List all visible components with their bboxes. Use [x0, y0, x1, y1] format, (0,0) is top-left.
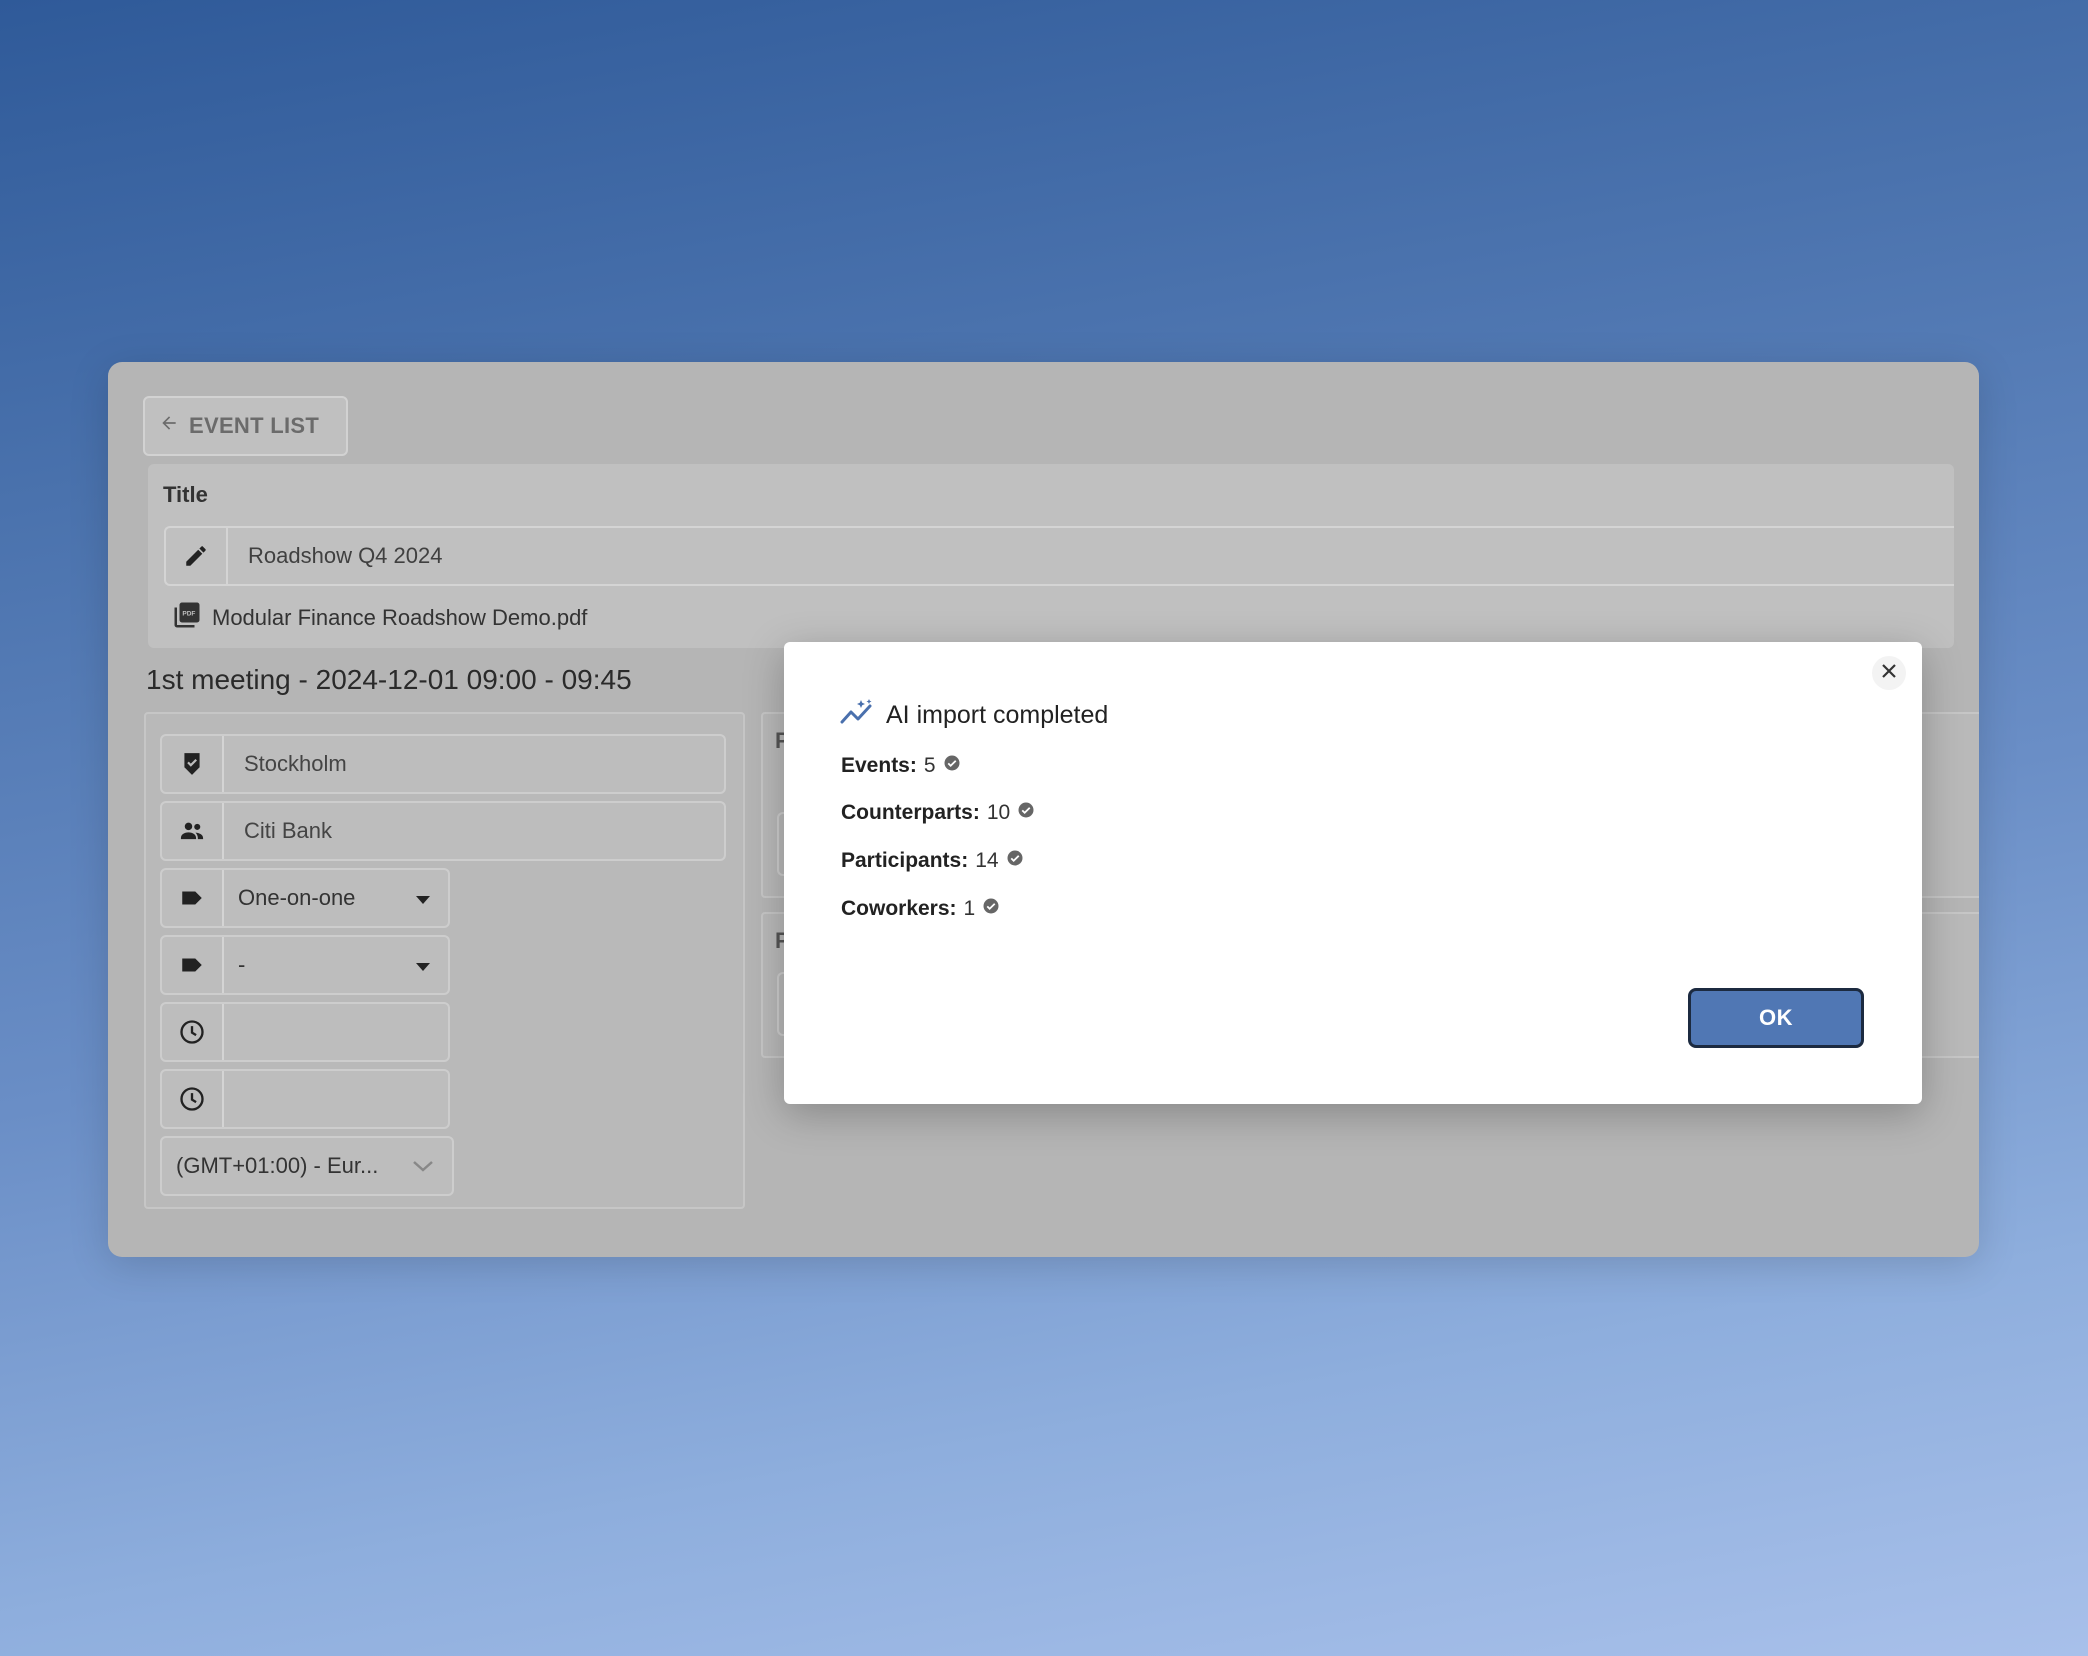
end-time-field[interactable]: [160, 1069, 450, 1129]
meeting-details-panel: Stockholm Citi Bank One-on-one - (GMT+01…: [144, 712, 745, 1209]
stat-counterparts: Counterparts: 10: [841, 801, 1035, 825]
counterpart-field[interactable]: Citi Bank: [160, 801, 726, 861]
stat-label: Counterparts:: [841, 801, 980, 824]
svg-text:PDF: PDF: [182, 610, 195, 617]
clock-icon: [162, 1071, 224, 1127]
timezone-select[interactable]: (GMT+01:00) - Eur...: [160, 1136, 454, 1196]
attachment-filename: Modular Finance Roadshow Demo.pdf: [212, 605, 588, 630]
title-card: Title Roadshow Q4 2024 PDF Modular Finan…: [148, 464, 1954, 648]
arrow-left-icon: [159, 413, 179, 439]
check-circle-icon: [943, 754, 961, 778]
tag-select[interactable]: -: [160, 935, 450, 995]
stat-coworkers: Coworkers: 1: [841, 897, 1000, 921]
stat-value: 5: [923, 754, 936, 777]
close-button[interactable]: [1872, 656, 1906, 690]
meeting-type-value: One-on-one: [238, 885, 356, 910]
pencil-icon: [166, 528, 228, 584]
start-time-input[interactable]: [224, 1004, 448, 1060]
people-icon: [162, 803, 224, 859]
check-circle-icon: [982, 897, 1000, 921]
ai-import-dialog: AI import completed Events: 5 Counterpar…: [784, 642, 1922, 1104]
label-icon: [162, 937, 224, 993]
check-circle-icon: [1017, 801, 1035, 825]
timezone-value: (GMT+01:00) - Eur...: [176, 1153, 379, 1178]
stat-events: Events: 5: [841, 754, 961, 778]
event-list-back-button[interactable]: EVENT LIST: [143, 396, 348, 456]
pdf-icon: PDF: [172, 600, 202, 636]
meeting-type-select[interactable]: One-on-one: [160, 868, 450, 928]
tag-value: -: [238, 952, 246, 977]
caret-down-icon: [416, 952, 430, 978]
title-field[interactable]: Roadshow Q4 2024: [164, 526, 1954, 586]
sparkle-chart-icon: [840, 698, 874, 733]
stat-value: 1: [963, 897, 976, 920]
location-input[interactable]: Stockholm: [224, 736, 724, 792]
meeting-heading: 1st meeting - 2024-12-01 09:00 - 09:45: [146, 664, 632, 695]
dialog-title: AI import completed: [840, 698, 1108, 733]
shield-check-icon: [162, 736, 224, 792]
title-label: Title: [163, 482, 208, 507]
stat-value: 10: [986, 801, 1011, 824]
check-circle-icon: [1006, 849, 1024, 873]
event-list-label: EVENT LIST: [189, 413, 320, 438]
location-field[interactable]: Stockholm: [160, 734, 726, 794]
chevron-down-icon: [412, 1153, 434, 1179]
end-time-input[interactable]: [224, 1071, 448, 1127]
stat-label: Participants:: [841, 849, 969, 872]
stat-participants: Participants: 14: [841, 849, 1024, 873]
caret-down-icon: [416, 885, 430, 911]
start-time-field[interactable]: [160, 1002, 450, 1062]
dialog-title-text: AI import completed: [886, 701, 1109, 729]
label-icon: [162, 870, 224, 926]
stat-label: Coworkers:: [841, 897, 957, 920]
close-icon: [1880, 662, 1898, 685]
stat-value: 14: [975, 849, 999, 872]
attachment-link[interactable]: PDF Modular Finance Roadshow Demo.pdf: [172, 600, 587, 636]
clock-icon: [162, 1004, 224, 1060]
counterpart-input[interactable]: Citi Bank: [224, 803, 724, 859]
title-input[interactable]: Roadshow Q4 2024: [228, 528, 442, 584]
stat-label: Events:: [841, 754, 917, 777]
ok-button[interactable]: OK: [1688, 988, 1864, 1048]
